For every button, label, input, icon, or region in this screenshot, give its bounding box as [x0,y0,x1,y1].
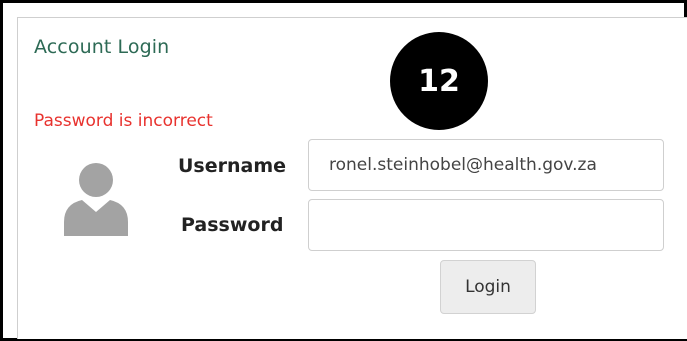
password-label: Password [181,214,284,236]
error-message: Password is incorrect [34,111,213,131]
login-button[interactable]: Login [440,260,536,314]
username-field[interactable] [308,139,664,191]
user-silhouette-icon [64,163,128,236]
step-number-badge: 12 [390,32,488,130]
password-field[interactable] [308,199,664,251]
username-label: Username [178,155,287,177]
page-title: Account Login [34,36,170,58]
